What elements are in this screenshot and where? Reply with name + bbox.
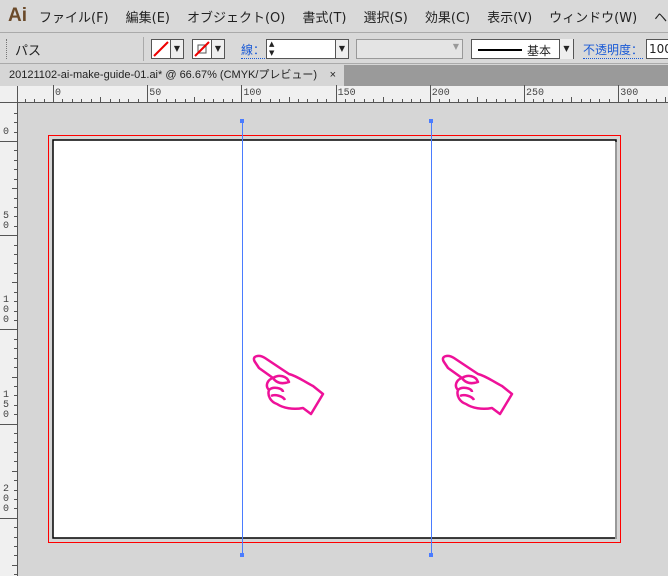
artboard-canvas (48, 119, 621, 557)
artboard-shadow (615, 142, 617, 539)
artboard (52, 139, 617, 539)
